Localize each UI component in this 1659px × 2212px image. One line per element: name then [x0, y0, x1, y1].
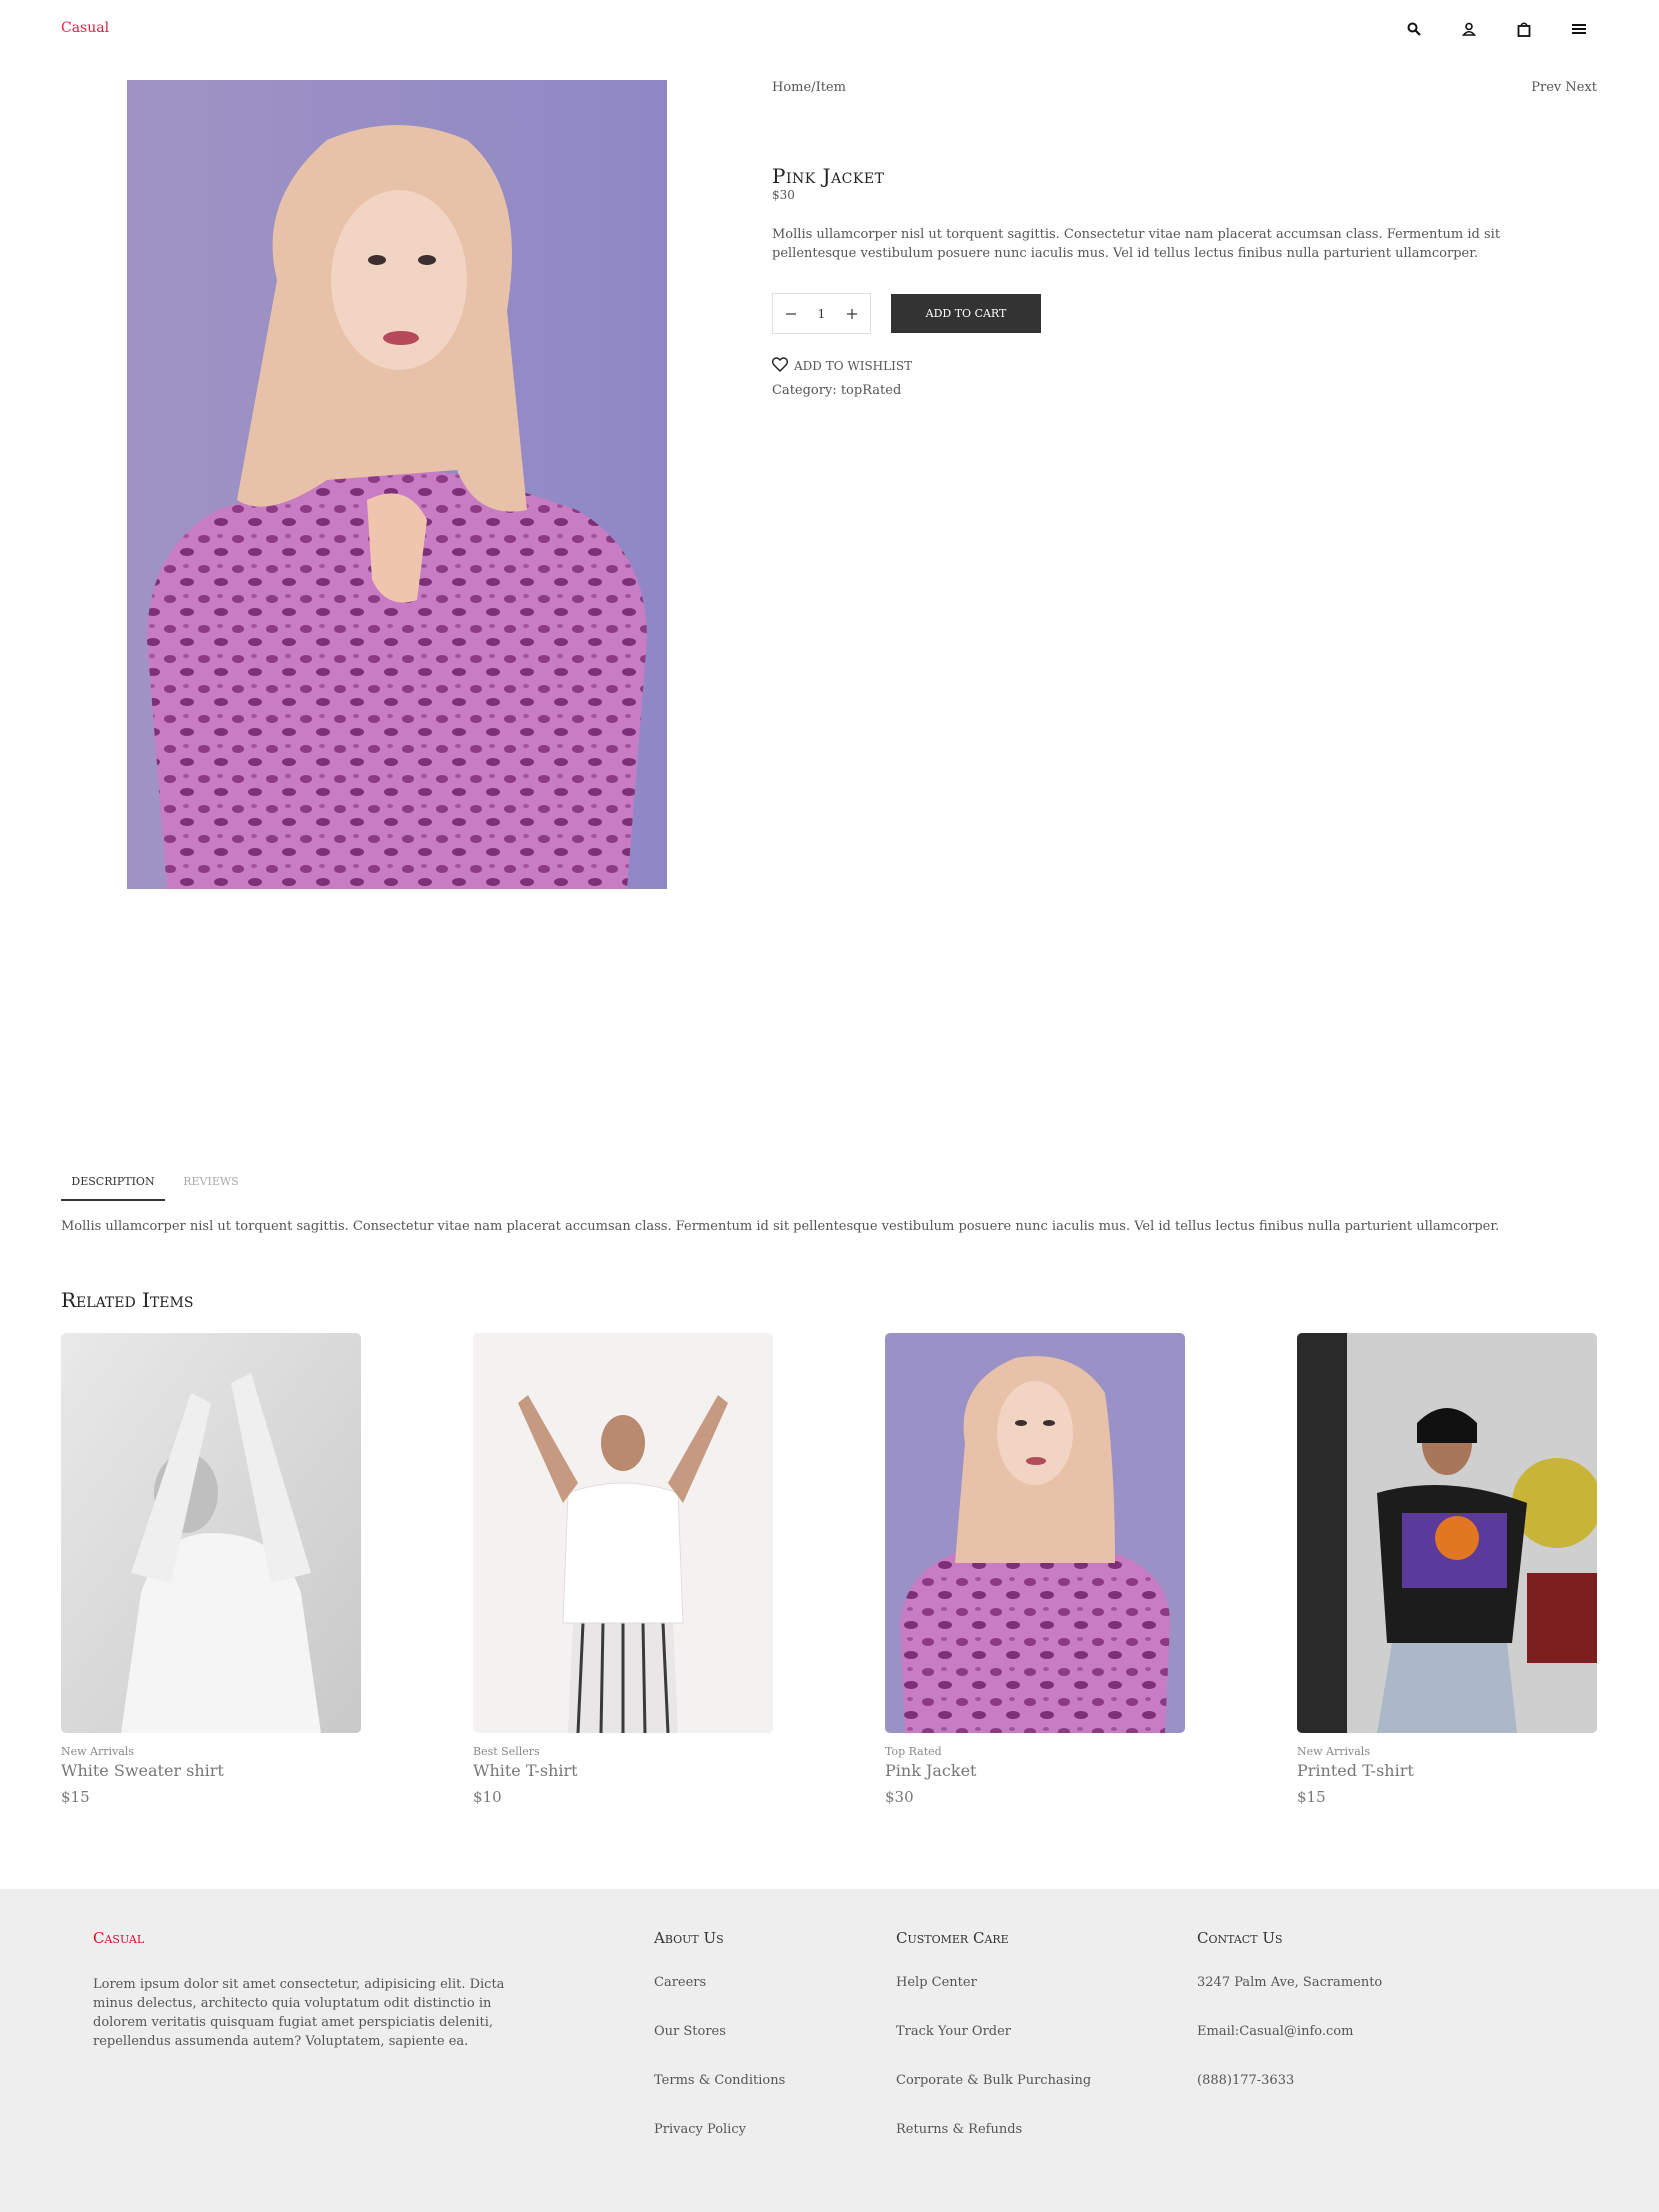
heart-icon — [771, 357, 789, 375]
card-name[interactable]: Printed T-shirt — [1297, 1761, 1597, 1780]
footer-about-us: About Us Careers Our Stores Terms & Cond… — [654, 1929, 785, 2171]
footer-link-bulk-purchasing[interactable]: Corporate & Bulk Purchasing — [896, 2073, 1091, 2122]
product-title: Pink Jacket — [772, 164, 885, 188]
breadcrumb[interactable]: Home/Item — [772, 80, 846, 95]
footer-contact: Contact Us 3247 Palm Ave, Sacramento Ema… — [1197, 1929, 1382, 2122]
product-category: Category: topRated — [772, 383, 902, 398]
footer-phone: (888)177-3633 — [1197, 2073, 1295, 2088]
footer-link-returns[interactable]: Returns & Refunds — [896, 2122, 1091, 2171]
add-to-cart-button[interactable]: ADD TO CART — [891, 294, 1041, 333]
card-price: $30 — [885, 1788, 914, 1806]
bag-icon[interactable] — [1514, 19, 1534, 39]
wishlist-label: ADD TO WISHLIST — [794, 359, 913, 373]
quantity-value[interactable]: 1 — [818, 307, 826, 321]
next-link[interactable]: Next — [1565, 80, 1597, 95]
plus-icon[interactable] — [843, 305, 861, 323]
footer-link-track-order[interactable]: Track Your Order — [896, 2024, 1091, 2073]
footer-link-our-stores[interactable]: Our Stores — [654, 2024, 785, 2073]
card-category: Best Sellers — [473, 1745, 540, 1758]
quantity-stepper: 1 — [772, 293, 871, 334]
footer-link-careers[interactable]: Careers — [654, 1975, 785, 2024]
footer-heading: About Us — [654, 1929, 724, 1947]
footer-heading: Contact Us — [1197, 1929, 1283, 1947]
product-thumbnail[interactable] — [61, 1333, 361, 1733]
footer-link-privacy[interactable]: Privacy Policy — [654, 2122, 785, 2171]
minus-icon[interactable] — [782, 305, 800, 323]
prev-next-nav: Prev Next — [1531, 80, 1597, 95]
footer-about-text: Lorem ipsum dolor sit amet consectetur, … — [93, 1977, 505, 2049]
add-to-wishlist-button[interactable]: ADD TO WISHLIST — [771, 357, 913, 375]
product-image — [127, 80, 667, 889]
card-name[interactable]: White Sweater shirt — [61, 1761, 361, 1780]
product-thumbnail[interactable] — [1297, 1333, 1597, 1733]
card-price: $15 — [61, 1788, 90, 1806]
card-category: New Arrivals — [1297, 1745, 1370, 1758]
product-thumbnail[interactable] — [473, 1333, 773, 1733]
site-header: Casual — [0, 0, 1659, 58]
card-price: $15 — [1297, 1788, 1326, 1806]
footer-logo[interactable]: Casual — [93, 1929, 144, 1947]
related-card: New Arrivals White Sweater shirt $15 — [61, 1333, 361, 1806]
footer-link-terms[interactable]: Terms & Conditions — [654, 2073, 785, 2122]
tab-description[interactable]: DESCRIPTION — [61, 1163, 165, 1201]
site-logo[interactable]: Casual — [61, 20, 109, 36]
card-price: $10 — [473, 1788, 502, 1806]
footer-customer-care: Customer Care Help Center Track Your Ord… — [896, 1929, 1091, 2171]
menu-icon[interactable] — [1569, 19, 1589, 39]
card-name[interactable]: Pink Jacket — [885, 1761, 1185, 1780]
card-name[interactable]: White T-shirt — [473, 1761, 773, 1780]
product-thumbnail[interactable] — [885, 1333, 1185, 1733]
site-footer: Casual Lorem ipsum dolor sit amet consec… — [0, 1889, 1659, 2212]
footer-address: 3247 Palm Ave, Sacramento — [1197, 1975, 1383, 1990]
product-description: Mollis ullamcorper nisl ut torquent sagi… — [772, 227, 1501, 261]
footer-link-help-center[interactable]: Help Center — [896, 1975, 1091, 2024]
card-category: New Arrivals — [61, 1745, 134, 1758]
related-card: Best Sellers White T-shirt $10 — [473, 1333, 773, 1806]
prev-link[interactable]: Prev — [1531, 80, 1561, 95]
tab-reviews[interactable]: REVIEWS — [181, 1163, 241, 1200]
footer-email: Email:Casual@info.com — [1197, 2024, 1354, 2039]
product-price: $30 — [772, 188, 795, 202]
product-tabs: DESCRIPTION REVIEWS — [61, 1163, 1598, 1203]
related-items-title: Related Items — [61, 1288, 194, 1312]
tab-description-content: Mollis ullamcorper nisl ut torquent sagi… — [61, 1219, 1500, 1234]
search-icon[interactable] — [1404, 19, 1424, 39]
related-card: New Arrivals Printed T-shirt $15 — [1297, 1333, 1597, 1806]
related-card: Top Rated Pink Jacket $30 — [885, 1333, 1185, 1806]
user-icon[interactable] — [1459, 19, 1479, 39]
footer-heading: Customer Care — [896, 1929, 1009, 1947]
card-category: Top Rated — [885, 1745, 942, 1758]
